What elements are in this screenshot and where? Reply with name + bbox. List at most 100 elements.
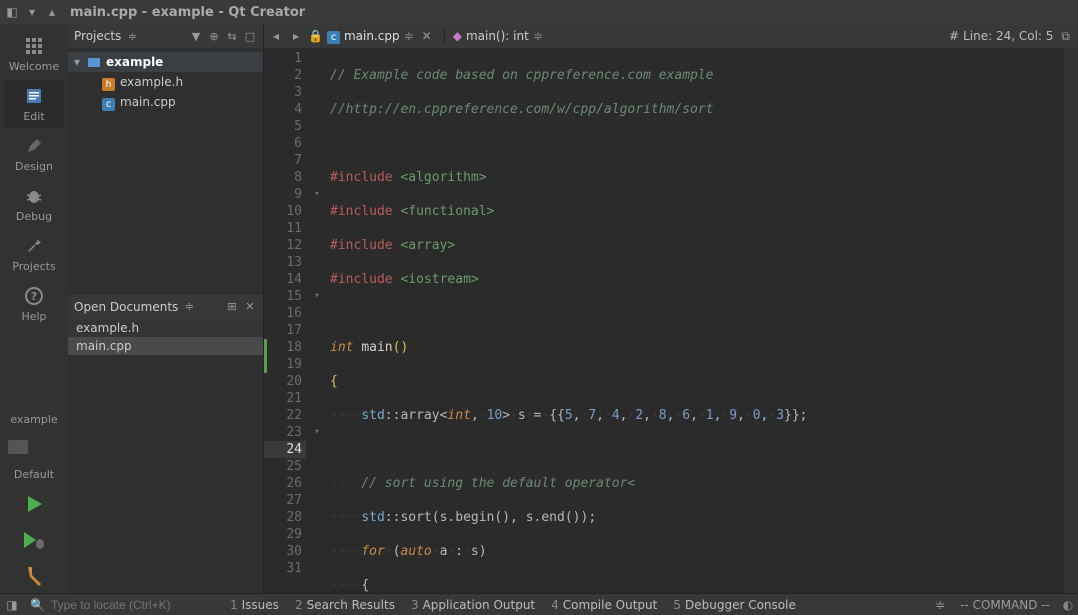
help-icon: ? (23, 285, 45, 307)
output-tab-label: Issues (242, 598, 279, 612)
output-tab-label: Debugger Console (685, 598, 796, 612)
projects-dropdown-icon[interactable]: ≑ (125, 29, 139, 43)
opendocs-dropdown-icon[interactable]: ≑ (182, 300, 196, 314)
mode-edit[interactable]: Edit (4, 80, 64, 128)
tree-root[interactable]: ▾ example (68, 52, 263, 72)
nav-back-icon[interactable]: ◂ (268, 29, 284, 43)
code-token: 2 (635, 408, 643, 423)
editor-scrollbar[interactable] (1064, 48, 1078, 593)
code-token: 8 (659, 408, 667, 423)
file-dropdown-icon[interactable]: ≑ (404, 29, 414, 43)
sync-icon[interactable]: ⇆ (225, 29, 239, 43)
run-debug-button[interactable] (4, 523, 64, 557)
output-tab-label: Application Output (423, 598, 536, 612)
opendocs-split-icon[interactable]: ⊞ (225, 300, 239, 314)
window-title: main.cpp - example - Qt Creator (70, 5, 305, 20)
opendoc-item[interactable]: main.cpp (68, 337, 263, 355)
mode-design[interactable]: Design (4, 130, 64, 178)
opendocs-list: example.h main.cpp (68, 319, 263, 355)
output-tab-num: 3 (411, 598, 419, 612)
mode-projects-label: Projects (12, 260, 55, 273)
output-tab-num: 1 (230, 598, 238, 612)
window-minimize-icon[interactable]: ▾ (26, 6, 38, 18)
code-area[interactable]: 12345678 910111213141516 17181920212223 … (264, 48, 1078, 593)
output-tab-num: 2 (295, 598, 303, 612)
tree-root-label: example (106, 55, 163, 69)
search-icon: 🔍 (30, 598, 45, 612)
code-token: <functional> (400, 204, 494, 219)
output-tab-label: Compile Output (563, 598, 658, 612)
fold-column[interactable]: ▾▾ ▾ (310, 48, 324, 593)
chevron-down-icon[interactable]: ▾ (74, 55, 84, 69)
code-token: 7 (588, 408, 596, 423)
code-token: std (361, 510, 384, 525)
lock-icon[interactable]: 🔒 (308, 29, 323, 43)
opendocs-close-icon[interactable]: ✕ (243, 300, 257, 314)
split-icon[interactable]: □ (243, 29, 257, 43)
editor-symbol[interactable]: main(): int (466, 29, 529, 43)
split-editor-icon[interactable]: ⧉ (1057, 29, 1074, 44)
code-token: // Example code based on cppreference.co… (330, 68, 714, 83)
kit-selector[interactable] (4, 432, 64, 462)
output-tab-search[interactable]: 2Search Results (295, 598, 395, 612)
output-tab-compile[interactable]: 4 Compile Output (551, 598, 657, 612)
kit-project[interactable]: example (4, 409, 64, 430)
opendoc-label: example.h (76, 321, 139, 335)
locator-input[interactable] (51, 598, 201, 612)
locator[interactable]: 🔍 (24, 598, 214, 612)
editor: ◂ ▸ 🔒 main.cpp ≑ ✕ ◆ main(): int ≑ # Lin… (264, 24, 1078, 593)
mode-debug[interactable]: Debug (4, 180, 64, 228)
code-token: //http://en.cppreference.com/w/cpp/algor… (330, 102, 714, 117)
tree-file[interactable]: main.cpp (68, 92, 263, 112)
header-file-icon (102, 76, 116, 88)
opendoc-item[interactable]: example.h (68, 319, 263, 337)
code-token: // sort using the default operator< (361, 476, 635, 491)
project-tree[interactable]: ▾ example example.h main.cpp (68, 48, 263, 295)
code-token: #include (330, 272, 393, 287)
editor-filename[interactable]: main.cpp (344, 29, 400, 43)
cpp-file-icon (102, 96, 116, 108)
nav-fwd-icon[interactable]: ▸ (288, 29, 304, 43)
code-token: s (526, 510, 534, 525)
code-token: 10 (487, 408, 503, 423)
output-tab-issues[interactable]: 1 Issues (230, 598, 279, 612)
code-token: int (330, 340, 353, 355)
mode-welcome[interactable]: Welcome (4, 30, 64, 78)
code-token: auto (400, 544, 431, 559)
line-col-indicator[interactable]: Line: 24, Col: 5 (963, 29, 1053, 43)
separator (444, 28, 445, 44)
close-file-icon[interactable]: ✕ (418, 29, 436, 43)
mode-help[interactable]: ? Help (4, 280, 64, 328)
window-maximize-icon[interactable]: ▴ (46, 6, 58, 18)
output-tab-num: 4 (551, 598, 559, 612)
tree-file-label: main.cpp (120, 95, 176, 109)
progress-icon[interactable]: ◐ (1058, 598, 1078, 612)
build-button[interactable] (4, 559, 64, 593)
filter-icon[interactable]: ▼ (189, 29, 203, 43)
code-token: main (361, 340, 392, 355)
mode-projects[interactable]: Projects (4, 230, 64, 278)
opendocs-header: Open Documents ≑ ⊞ ✕ (68, 295, 263, 319)
code-token: #include (330, 238, 393, 253)
code-text[interactable]: // Example code based on cppreference.co… (324, 48, 1064, 593)
tree-file[interactable]: example.h (68, 72, 263, 92)
code-token: #include (330, 170, 393, 185)
code-token: <algorithm> (400, 170, 486, 185)
output-tab-appout[interactable]: 3 Application Output (411, 598, 535, 612)
window-menu-icon[interactable]: ◧ (6, 6, 18, 18)
code-token: s (518, 408, 526, 423)
code-token: s (440, 510, 448, 525)
output-dropdown-icon[interactable]: ≑ (928, 598, 952, 612)
code-token: for (361, 544, 384, 559)
wrench-icon (23, 235, 45, 257)
symbol-dropdown-icon[interactable]: ≑ (533, 29, 543, 43)
output-tab-debugger[interactable]: 5Debugger Console (673, 598, 796, 612)
run-button[interactable] (4, 487, 64, 521)
code-token: 5 (565, 408, 573, 423)
code-token: 0 (753, 408, 761, 423)
toggle-sidebar-icon[interactable]: ◨ (0, 598, 24, 612)
output-tabs: 1 Issues 2Search Results 3 Application Out… (214, 598, 928, 612)
mode-bar: Welcome Edit Design Debug Projects (0, 24, 68, 593)
link-icon[interactable]: ⊕ (207, 29, 221, 43)
line-gutter[interactable]: 12345678 910111213141516 17181920212223 … (264, 48, 310, 593)
